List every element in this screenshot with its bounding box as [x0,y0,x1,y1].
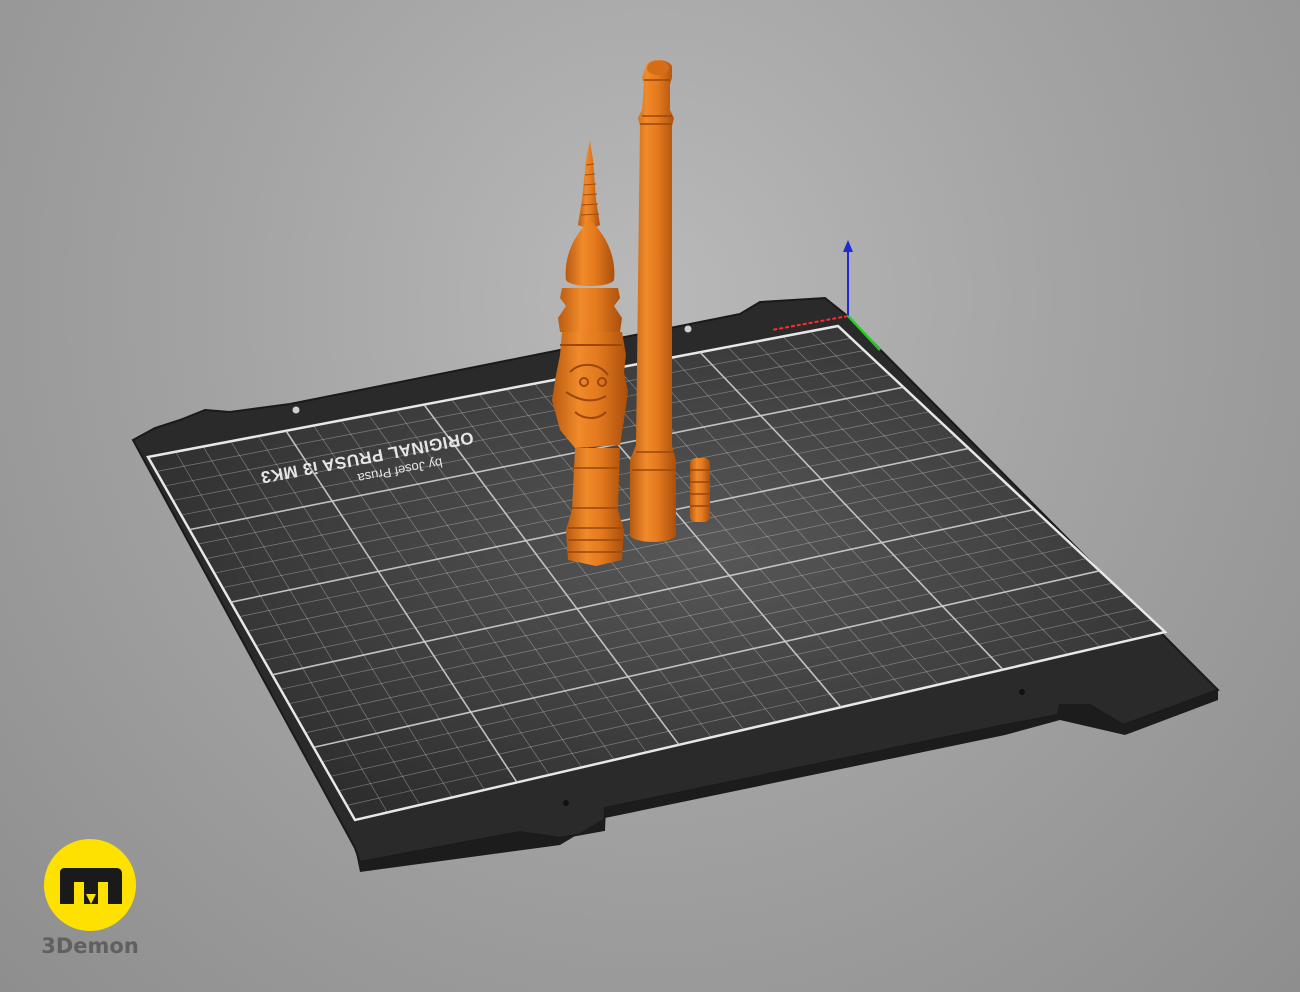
brand-logo: 3Demon [40,838,140,968]
small-cylinder-body [690,458,710,522]
model-small-cylinder[interactable] [690,458,710,522]
model-carved-figure [552,332,628,448]
z-axis-arrow [843,240,853,252]
model-collar [558,288,622,332]
brand-name: 3Demon [41,934,139,958]
logo-badge [44,839,136,931]
bed-mount-hole [292,406,300,414]
model-long-staff[interactable] [630,60,676,542]
staff-top-cap [647,61,669,75]
3d-viewport[interactable]: ORIGINAL PRUSA i3 MK3 by Josef Prusa [0,0,1300,992]
print-bed: ORIGINAL PRUSA i3 MK3 by Josef Prusa [131,296,1220,872]
bed-mount-hole [684,325,692,333]
model-dome [565,222,615,286]
bed-mount-hole [563,800,569,806]
bed-mount-hole [1019,689,1025,695]
model-shaft [566,448,624,566]
